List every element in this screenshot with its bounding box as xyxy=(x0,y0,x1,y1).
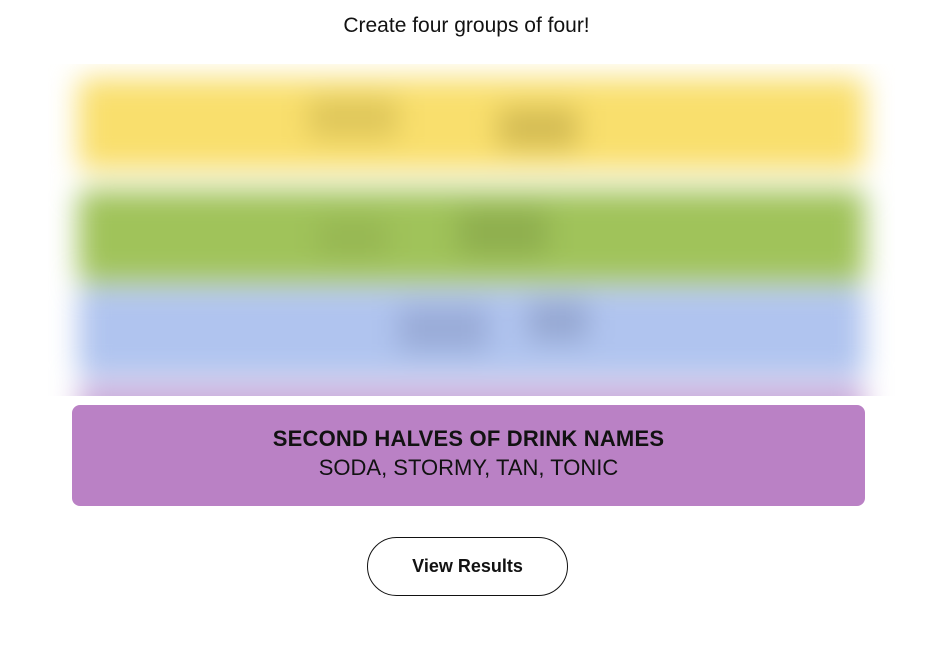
solved-group-card: SECOND HALVES OF DRINK NAMES SODA, STORM… xyxy=(72,405,865,506)
blurred-groups-area xyxy=(48,64,895,396)
solved-group-title: SECOND HALVES OF DRINK NAMES xyxy=(272,426,665,451)
hidden-group-green xyxy=(78,190,865,282)
hidden-group-purple-edge xyxy=(78,386,865,396)
solved-group-members: SODA, STORMY, TAN, TONIC xyxy=(318,455,619,480)
hidden-group-yellow xyxy=(78,78,865,170)
view-results-button[interactable]: View Results xyxy=(367,537,568,596)
hidden-group-blue xyxy=(78,286,865,378)
instructions-text: Create four groups of four! xyxy=(343,14,590,37)
